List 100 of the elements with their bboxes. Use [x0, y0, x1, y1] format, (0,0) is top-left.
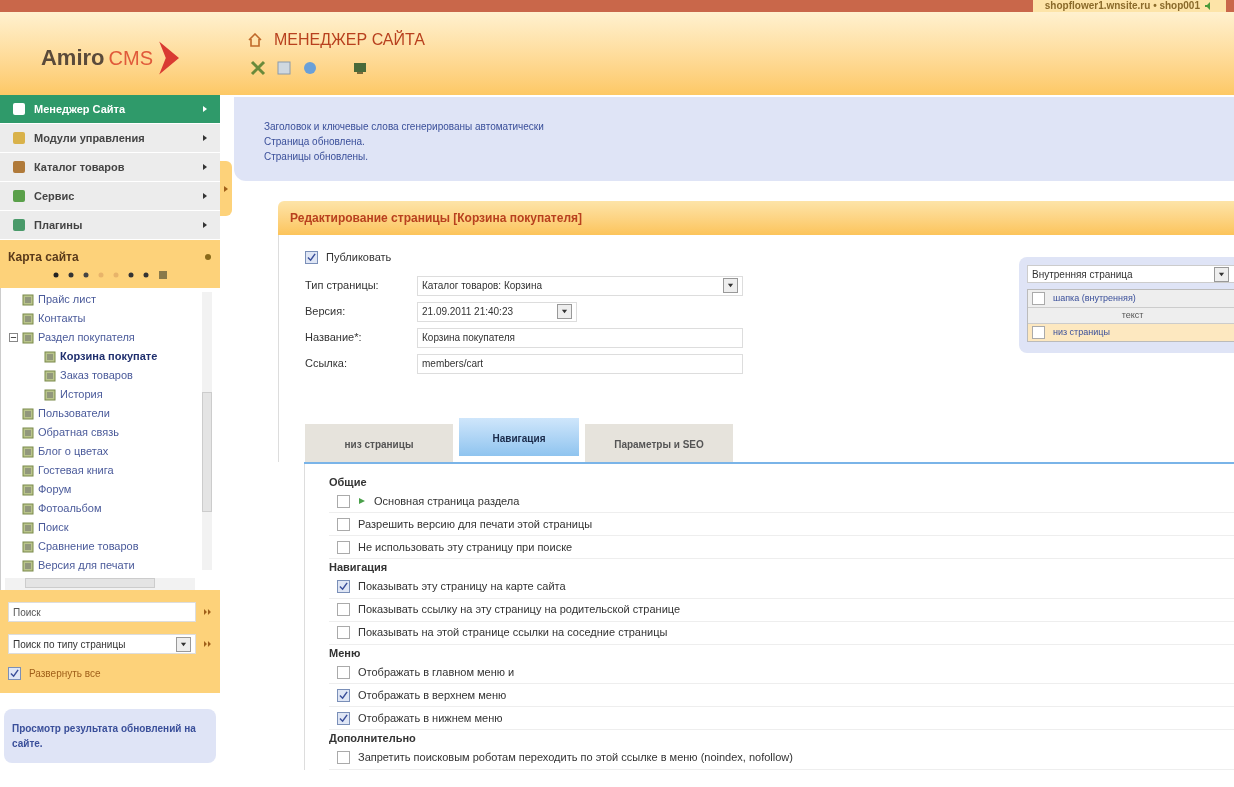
menu-item[interactable]: Модули управления	[0, 124, 220, 153]
layout-select[interactable]: Внутренняя страница	[1027, 265, 1234, 283]
menu-item[interactable]: Плагины	[0, 211, 220, 240]
tree-item[interactable]: Фотоальбом	[38, 500, 102, 517]
field-label: Ссылка:	[305, 356, 348, 372]
dropdown-button[interactable]	[723, 278, 738, 293]
site-address: shopflower1.wnsite.ru • shop001	[1044, 1, 1200, 11]
page-icon	[22, 312, 34, 325]
tree-item[interactable]: Версия для печати	[38, 557, 135, 573]
tree-item[interactable]: Блог о цветах	[38, 443, 109, 460]
dropdown-button[interactable]	[557, 304, 572, 319]
tree-item[interactable]: Корзина покупате	[60, 348, 158, 365]
section-title: Общие	[329, 474, 368, 490]
checkbox[interactable]	[337, 580, 350, 593]
double-arrow-icon[interactable]	[204, 609, 212, 615]
menu-icon	[12, 102, 26, 116]
option-label: Основная страница раздела	[374, 493, 520, 509]
horizontal-scrollbar[interactable]	[5, 578, 195, 590]
menu-icon	[12, 131, 26, 145]
caret-icon	[1218, 270, 1225, 278]
double-arrow-icon[interactable]	[204, 641, 212, 647]
checkbox[interactable]	[337, 711, 350, 725]
section-title: Дополнительно	[329, 731, 417, 746]
minus-icon	[10, 334, 17, 341]
page-icon	[22, 502, 34, 515]
tree-tool-icon[interactable]	[67, 272, 74, 278]
tree-item[interactable]: Заказ товаров	[60, 367, 133, 384]
checkbox[interactable]	[337, 626, 350, 639]
text-field[interactable]: members/cart	[417, 353, 743, 374]
page-icon	[22, 521, 34, 534]
tree-tool-icon[interactable]	[142, 272, 149, 278]
monitor-icon[interactable]	[352, 60, 368, 76]
tree-tool-icon[interactable]	[127, 272, 134, 278]
section-title: Меню	[329, 645, 362, 661]
tree-item[interactable]: Гостевая книга	[38, 462, 114, 479]
arrow-icon	[202, 106, 208, 112]
layout-block-label: шапка (внутренняя)	[1053, 291, 1136, 305]
dropdown-button[interactable]	[1214, 266, 1229, 282]
option-label: Отображать в главном меню и	[358, 664, 515, 680]
section-title: Навигация	[329, 560, 389, 575]
checkbox[interactable]	[337, 688, 350, 702]
menu-icon	[12, 160, 26, 174]
dropdown-field[interactable]: Каталог товаров: Корзина	[417, 275, 743, 296]
page-icon	[22, 331, 34, 344]
page-icon	[44, 388, 56, 401]
message-text: Страница обновлена.	[264, 135, 366, 149]
type-select[interactable]: Поиск по типу страницы	[8, 634, 197, 654]
checkbox[interactable]	[337, 540, 350, 554]
dropdown-field[interactable]: 21.09.2011 21:40:23	[417, 301, 577, 322]
tab[interactable]: Навигация	[459, 417, 579, 456]
page-icon	[22, 407, 34, 420]
tree-tool-icon[interactable]	[82, 272, 89, 278]
option-label: Запретить поисковым роботам переходить по этой ссылке в меню (noindex, nofollow)	[358, 750, 793, 766]
tree-item[interactable]: Форум	[38, 481, 72, 498]
tab[interactable]: Параметры и SEO	[585, 423, 733, 462]
menu-item[interactable]: Сервис	[0, 182, 220, 211]
checkbox[interactable]	[337, 494, 350, 508]
page-icon	[22, 293, 34, 306]
checkbox[interactable]	[337, 517, 350, 531]
collapse-handle[interactable]	[220, 161, 232, 216]
tree-item[interactable]: Раздел покупателя	[38, 329, 135, 346]
checkbox[interactable]	[1032, 292, 1045, 305]
checkbox[interactable]	[337, 665, 350, 679]
tree-item[interactable]: Поиск	[38, 519, 69, 536]
tree-tool-icon[interactable]	[52, 272, 59, 278]
dropdown-button[interactable]	[176, 636, 192, 652]
menu-item[interactable]: Каталог товаров	[0, 153, 220, 182]
page-title: МЕНЕДЖЕР САЙТА	[274, 29, 425, 50]
checkbox-label: Публиковать	[326, 250, 392, 265]
tree-item[interactable]: Обратная связь	[38, 424, 120, 441]
layout-block-label: текст	[1121, 308, 1144, 322]
text-field[interactable]: Корзина покупателя	[417, 327, 743, 348]
main-page-icon	[358, 497, 366, 505]
home-icon[interactable]	[248, 33, 262, 47]
arrow-icon	[202, 164, 208, 170]
menu-icon	[12, 218, 26, 232]
collapse-toggle[interactable]	[9, 333, 18, 342]
option-label: Отображать в верхнем меню	[358, 687, 507, 703]
checkbox[interactable]	[1032, 326, 1045, 339]
logo[interactable]: Amiro CMS	[41, 40, 179, 75]
checkbox[interactable]	[305, 250, 318, 264]
tree-item[interactable]: Прайс лист	[38, 291, 96, 308]
tab[interactable]: низ страницы	[305, 423, 453, 462]
arrow-icon	[202, 222, 208, 228]
layout-block-label: низ страницы	[1053, 325, 1110, 339]
option-label: Не использовать эту страницу при поиске	[358, 539, 573, 555]
checkbox[interactable]	[337, 751, 350, 764]
tree-item[interactable]: Контакты	[38, 310, 86, 327]
checkbox[interactable]	[8, 667, 21, 680]
field-label: Тип страницы:	[305, 278, 380, 294]
message-text: Страницы обновлены.	[264, 150, 370, 164]
tree-item[interactable]: Сравнение товаров	[38, 538, 139, 555]
page-icon	[44, 350, 56, 363]
vertical-scrollbar[interactable]	[202, 292, 212, 570]
tree-item[interactable]: Пользователи	[38, 405, 110, 422]
menu-item[interactable]: Менеджер Сайта	[0, 95, 220, 124]
checkbox[interactable]	[337, 603, 350, 616]
search-field[interactable]: Поиск	[8, 602, 197, 622]
panel-header: Редактирование страницы [Корзина покупателя]	[278, 201, 1234, 235]
tree-item[interactable]: История	[60, 386, 103, 403]
